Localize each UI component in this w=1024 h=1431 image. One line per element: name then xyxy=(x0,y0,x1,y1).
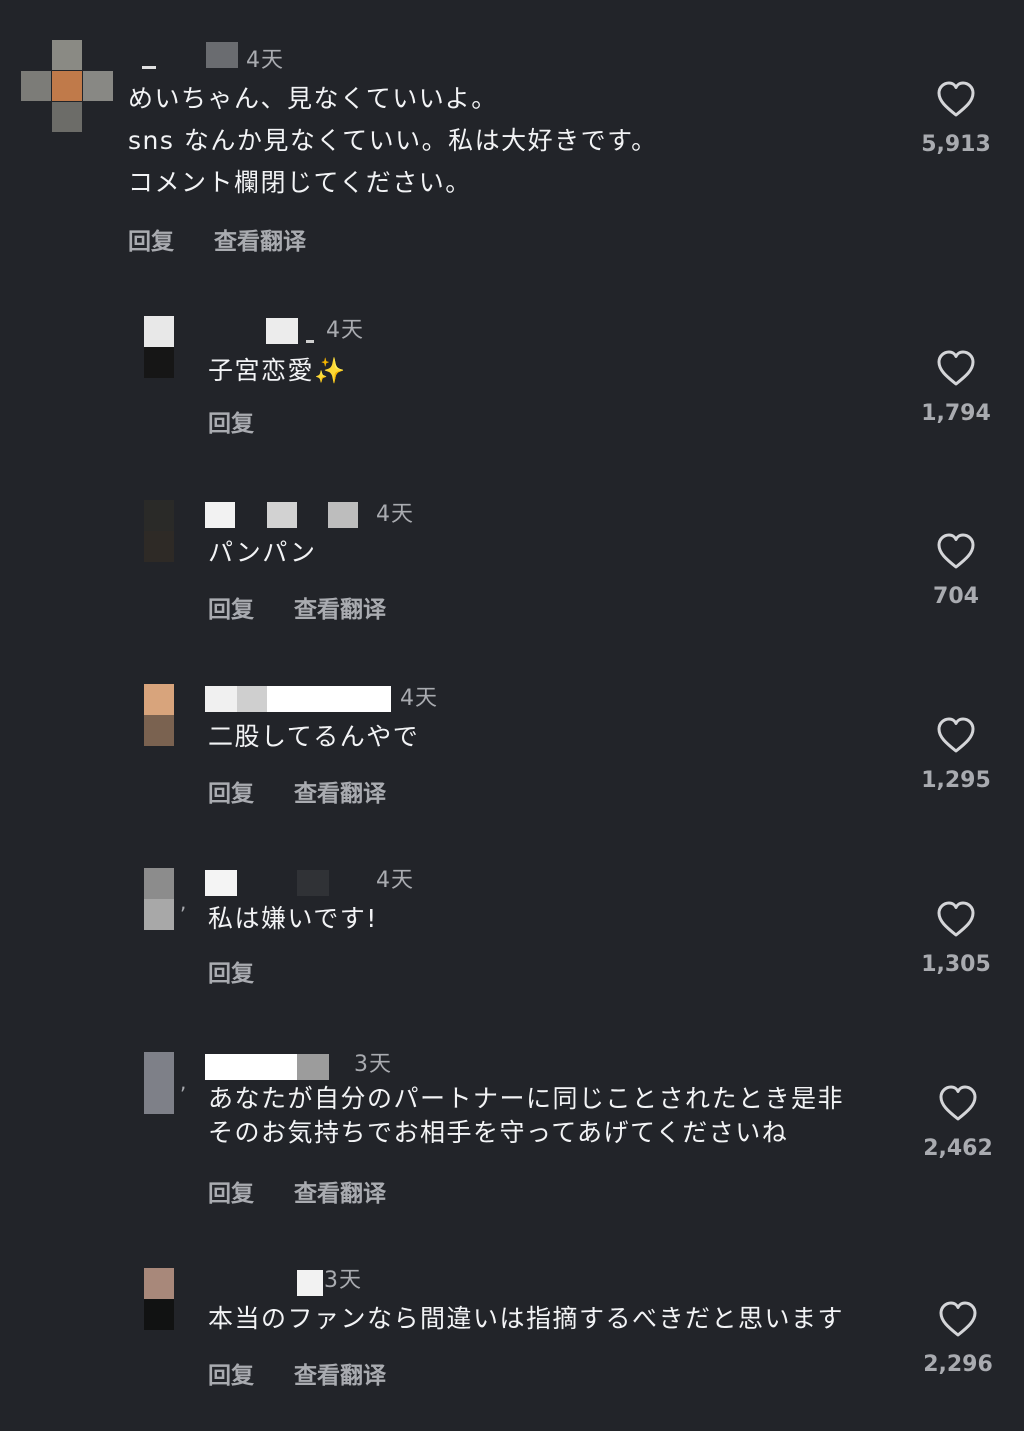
username[interactable] xyxy=(208,318,318,344)
like-button[interactable]: 704 xyxy=(916,532,996,609)
comment-text: 子宮恋愛✨ xyxy=(208,350,347,392)
avatar[interactable] xyxy=(144,868,174,930)
translate-button[interactable]: 查看翻译 xyxy=(214,222,306,256)
comment-actions: 回复 查看翻译 xyxy=(208,774,426,808)
comment-actions: 回复 xyxy=(208,404,294,438)
reply-button[interactable]: 回复 xyxy=(208,774,254,808)
comment-time: 4天 xyxy=(400,686,438,711)
comment-line: めいちゃん、見なくていいよ。 xyxy=(128,84,498,113)
comment-line: 本当のファンなら間違いは指摘するべきだと思います xyxy=(208,1304,845,1333)
comment-line: あなたが自分のパートナーに同じことされたとき是非 xyxy=(208,1084,845,1113)
heart-outline-icon xyxy=(937,81,975,117)
like-count: 5,913 xyxy=(921,132,991,157)
comment-line: 私は嫌いです! xyxy=(208,904,378,933)
avatar[interactable] xyxy=(144,1268,174,1330)
heart-outline-icon xyxy=(937,533,975,569)
comment-text: 二股してるんやで xyxy=(208,716,419,758)
comment-time: 4天 xyxy=(246,48,284,73)
avatar[interactable] xyxy=(21,40,113,132)
username[interactable] xyxy=(128,42,238,69)
username[interactable] xyxy=(205,870,329,896)
like-button[interactable]: 1,295 xyxy=(916,716,996,793)
comment-text: あなたが自分のパートナーに同じことされたとき是非 そのお気持ちでお相手を守ってあ… xyxy=(208,1082,844,1150)
comment-text: 私は嫌いです! xyxy=(208,898,378,940)
like-button[interactable]: 2,296 xyxy=(918,1300,998,1377)
like-count: 2,296 xyxy=(923,1352,993,1377)
comment-text: めいちゃん、見なくていいよ。 sns なんか見なくていい。私は大好きです。 コメ… xyxy=(128,78,658,204)
comment-actions: 回复 查看翻译 xyxy=(208,1174,426,1208)
username[interactable] xyxy=(205,686,391,712)
comment-actions: 回复 xyxy=(208,954,294,988)
comment-line: 子宮恋愛✨ xyxy=(208,356,347,385)
username[interactable] xyxy=(205,1054,329,1080)
avatar-mark: , xyxy=(180,890,187,914)
like-button[interactable]: 1,305 xyxy=(916,900,996,977)
avatar[interactable] xyxy=(144,1052,174,1114)
reply-button[interactable]: 回复 xyxy=(208,1174,254,1208)
comment-line: パンパン xyxy=(208,538,317,567)
comment-text: 本当のファンなら間違いは指摘するべきだと思います xyxy=(208,1298,844,1340)
comment-text: パンパン xyxy=(208,532,317,574)
comment-actions: 回复 查看翻译 xyxy=(208,590,426,624)
translate-button[interactable]: 查看翻译 xyxy=(294,590,386,624)
comment-actions: 回复 查看翻译 xyxy=(128,222,346,256)
username[interactable] xyxy=(205,502,365,528)
translate-button[interactable]: 查看翻译 xyxy=(294,1356,386,1390)
comment-time: 3天 xyxy=(324,1268,362,1293)
heart-outline-icon xyxy=(939,1301,977,1337)
comment-time: 4天 xyxy=(376,868,414,893)
username[interactable] xyxy=(205,1270,325,1296)
translate-button[interactable]: 查看翻译 xyxy=(294,1174,386,1208)
translate-button[interactable]: 查看翻译 xyxy=(294,774,386,808)
comment-line: sns なんか見なくていい。私は大好きです。 xyxy=(128,126,658,155)
like-button[interactable]: 2,462 xyxy=(918,1084,998,1161)
heart-outline-icon xyxy=(937,350,975,386)
reply-button[interactable]: 回复 xyxy=(208,1356,254,1390)
comment-time: 4天 xyxy=(326,318,364,343)
comment-time: 4天 xyxy=(376,502,414,527)
avatar[interactable] xyxy=(144,500,174,562)
like-count: 704 xyxy=(933,584,979,609)
comment-line: そのお気持ちでお相手を守ってあげてくださいね xyxy=(208,1118,789,1147)
comment-line: 二股してるんやで xyxy=(208,722,420,751)
heart-outline-icon xyxy=(937,901,975,937)
heart-outline-icon xyxy=(939,1085,977,1121)
like-button[interactable]: 1,794 xyxy=(916,349,996,426)
like-count: 2,462 xyxy=(923,1136,993,1161)
like-button[interactable]: 5,913 xyxy=(916,80,996,157)
avatar[interactable] xyxy=(144,316,174,378)
heart-outline-icon xyxy=(937,717,975,753)
avatar-mark: , xyxy=(180,1070,187,1094)
reply-button[interactable]: 回复 xyxy=(208,954,254,988)
comment-actions: 回复 查看翻译 xyxy=(208,1356,426,1390)
avatar[interactable] xyxy=(144,684,174,746)
comment-time: 3天 xyxy=(354,1052,392,1077)
reply-button[interactable]: 回复 xyxy=(128,222,174,256)
comment-line: コメント欄閉じてください。 xyxy=(128,168,472,197)
comment-thread: 4天 めいちゃん、見なくていいよ。 sns なんか見なくていい。私は大好きです。… xyxy=(0,0,1024,1431)
reply-button[interactable]: 回复 xyxy=(208,404,254,438)
like-count: 1,794 xyxy=(921,401,991,426)
like-count: 1,305 xyxy=(921,952,991,977)
reply-button[interactable]: 回复 xyxy=(208,590,254,624)
like-count: 1,295 xyxy=(921,768,991,793)
